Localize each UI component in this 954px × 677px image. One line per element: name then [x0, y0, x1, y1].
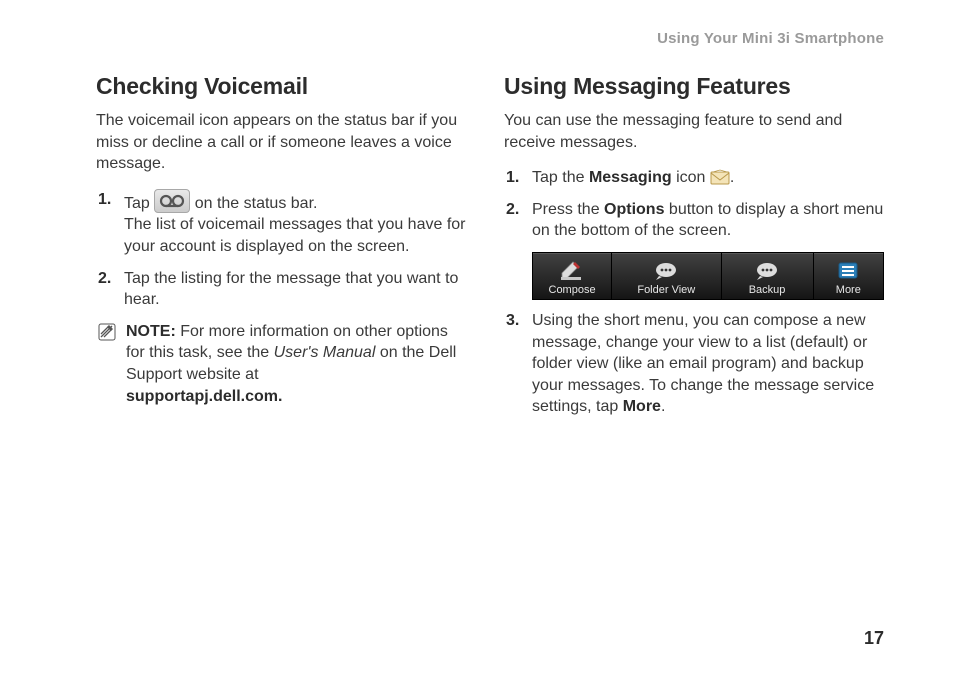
mstep1-a: Tap the [532, 169, 589, 186]
voicemail-steps: Tap on the status bar. The list of voi [96, 189, 470, 311]
step1-text-c: The list of voicemail messages that you … [124, 216, 466, 255]
messaging-step-2: Press the Options button to display a sh… [504, 199, 884, 242]
menu-label-folder-view: Folder View [637, 284, 695, 296]
left-column: Checking Voicemail The voicemail icon ap… [96, 73, 470, 428]
note-icon [98, 323, 116, 341]
heading-messaging: Using Messaging Features [504, 73, 884, 100]
menu-label-more: More [836, 284, 861, 296]
step1-text-b: on the status bar. [195, 195, 318, 212]
messaging-step-1: Tap the Messaging icon . [504, 167, 884, 189]
compose-icon [560, 260, 584, 282]
manual-page: Using Your Mini 3i Smartphone Checking V… [0, 0, 954, 677]
messaging-steps: Tap the Messaging icon . Press the Optio… [504, 167, 884, 242]
mstep3-a: Using the short menu, you can compose a … [532, 312, 874, 415]
voicemail-step-1: Tap on the status bar. The list of voi [96, 189, 470, 258]
more-icon [837, 260, 859, 282]
two-column-layout: Checking Voicemail The voicemail icon ap… [96, 73, 884, 428]
mstep3-bold: More [623, 398, 661, 415]
menu-item-compose[interactable]: Compose [533, 253, 612, 299]
messaging-step-3: Using the short menu, you can compose a … [504, 310, 884, 418]
page-number: 17 [864, 628, 884, 649]
note-url: supportapj.dell.com. [126, 388, 282, 405]
folder-view-icon [653, 260, 679, 282]
voicemail-icon [154, 189, 190, 213]
messaging-steps-cont: Using the short menu, you can compose a … [504, 310, 884, 418]
mstep1-b: icon [672, 169, 710, 186]
mstep1-bold: Messaging [589, 169, 672, 186]
messaging-icon [710, 169, 730, 185]
menu-item-backup[interactable]: Backup [722, 253, 814, 299]
right-column: Using Messaging Features You can use the… [504, 73, 884, 428]
note-body: NOTE: For more information on other opti… [126, 321, 470, 407]
voicemail-step-2: Tap the listing for the message that you… [96, 268, 470, 311]
step1-text-a: Tap [124, 195, 154, 212]
messaging-intro: You can use the messaging feature to sen… [504, 110, 884, 153]
mstep2-bold: Options [604, 201, 664, 218]
running-head: Using Your Mini 3i Smartphone [96, 30, 884, 47]
voicemail-note: NOTE: For more information on other opti… [96, 321, 470, 407]
note-manual-title: User's Manual [274, 344, 376, 361]
heading-checking-voicemail: Checking Voicemail [96, 73, 470, 100]
voicemail-intro: The voicemail icon appears on the status… [96, 110, 470, 175]
menu-item-more[interactable]: More [814, 253, 883, 299]
options-menu-bar: Compose Folder View [532, 252, 884, 300]
note-label: NOTE: [126, 323, 176, 340]
mstep3-b: . [661, 398, 665, 415]
mstep2-a: Press the [532, 201, 604, 218]
mstep1-c: . [730, 169, 734, 186]
backup-icon [754, 260, 780, 282]
menu-item-folder-view[interactable]: Folder View [612, 253, 721, 299]
menu-label-backup: Backup [749, 284, 786, 296]
menu-label-compose: Compose [549, 284, 596, 296]
